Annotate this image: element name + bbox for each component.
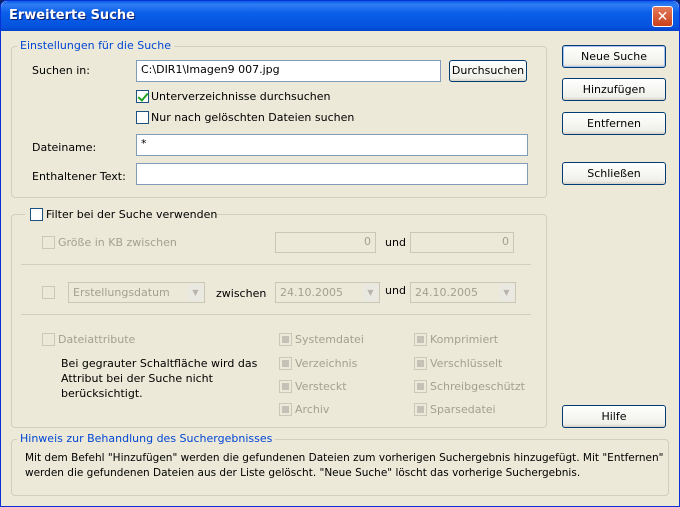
attributes-label: Dateiattribute <box>58 333 136 346</box>
attr-system-label: Systemdatei <box>295 333 364 346</box>
new-search-button[interactable]: Neue Suche <box>562 45 666 68</box>
size-from-input[interactable]: 0 <box>275 232 376 253</box>
chevron-down-icon: ▼ <box>499 284 514 301</box>
attr-directory-label: Verzeichnis <box>295 357 358 370</box>
attr-compressed-label: Komprimiert <box>430 333 499 346</box>
attr-encrypted-checkbox[interactable] <box>414 357 427 370</box>
search-in-input[interactable]: C:\DIR1\Imagen9 007.jpg <box>136 60 441 82</box>
subdirs-checkbox[interactable] <box>136 90 149 103</box>
chevron-down-icon: ▼ <box>188 284 203 301</box>
size-to-input[interactable]: 0 <box>410 232 514 253</box>
attr-compressed-checkbox[interactable] <box>414 333 427 346</box>
close-button[interactable]: Schließen <box>562 162 666 185</box>
date-type-select[interactable]: Erstellungsdatum ▼ <box>68 282 205 303</box>
attr-readonly-label: Schreibgeschützt <box>430 380 525 393</box>
content-input[interactable] <box>136 163 528 185</box>
date-checkbox[interactable] <box>42 286 55 299</box>
size-checkbox[interactable] <box>42 236 55 249</box>
deleted-files-checkbox[interactable] <box>136 111 149 124</box>
add-button[interactable]: Hinzufügen <box>562 78 666 101</box>
content-label: Enthaltener Text: <box>32 170 126 183</box>
attributes-hint-line-1: Bei gegrauter Schaltfläche wird das <box>61 357 258 370</box>
date-from-picker[interactable]: 24.10.2005 ▼ <box>275 282 380 303</box>
attr-hidden-checkbox[interactable] <box>279 380 292 393</box>
advanced-search-dialog: Erweiterte Suche ✕ Einstellungen für die… <box>0 0 680 507</box>
date-to-value: 24.10.2005 <box>415 286 478 299</box>
window-title: Erweiterte Suche <box>9 8 135 23</box>
attributes-checkbox[interactable] <box>42 333 55 346</box>
attr-encrypted-label: Verschlüsselt <box>430 357 503 370</box>
filename-input[interactable]: * <box>136 134 528 156</box>
attr-system-checkbox[interactable] <box>279 333 292 346</box>
dialog-body: Einstellungen für die Suche Suchen in: C… <box>5 31 675 502</box>
date-from-value: 24.10.2005 <box>280 286 343 299</box>
attr-hidden-label: Versteckt <box>295 380 347 393</box>
attr-sparse-label: Sparsedatei <box>430 403 496 416</box>
attr-readonly-checkbox[interactable] <box>414 380 427 393</box>
close-window-button[interactable]: ✕ <box>652 6 673 27</box>
attr-archive-checkbox[interactable] <box>279 403 292 416</box>
deleted-files-label: Nur nach gelöschten Dateien suchen <box>151 111 355 124</box>
hint-line-1: Mit dem Befehl "Hinzufügen" werden die g… <box>25 452 664 464</box>
hint-legend: Hinweis zur Behandlung des Suchergebniss… <box>17 432 276 445</box>
date-and-label: und <box>385 284 406 297</box>
remove-button[interactable]: Entfernen <box>562 112 666 135</box>
chevron-down-icon: ▼ <box>363 284 378 301</box>
filter-divider-2 <box>21 314 531 315</box>
attributes-hint-line-3: berücksichtigt. <box>61 387 143 400</box>
title-bar[interactable]: Erweiterte Suche ✕ <box>1 1 679 31</box>
help-button[interactable]: Hilfe <box>562 405 666 428</box>
filter-divider-1 <box>21 264 531 265</box>
hint-line-2: werden die gefundenen Dateien aus der Li… <box>25 467 581 479</box>
size-and-label: und <box>385 236 406 249</box>
search-in-label: Suchen in: <box>32 64 90 77</box>
date-between-label: zwischen <box>216 287 267 300</box>
attr-archive-label: Archiv <box>295 403 330 416</box>
attr-directory-checkbox[interactable] <box>279 357 292 370</box>
size-label: Größe in KB zwischen <box>58 236 177 249</box>
filter-checkbox[interactable] <box>30 208 43 221</box>
attributes-hint-line-2: Attribut bei der Suche nicht <box>61 372 213 385</box>
date-to-picker[interactable]: 24.10.2005 ▼ <box>410 282 516 303</box>
date-type-value: Erstellungsdatum <box>73 286 170 299</box>
filename-label: Dateiname: <box>32 141 97 154</box>
filter-label: Filter bei der Suche verwenden <box>46 208 218 221</box>
subdirs-label: Unterverzeichnisse durchsuchen <box>151 90 331 103</box>
settings-legend: Einstellungen für die Suche <box>17 39 174 52</box>
browse-button[interactable]: Durchsuchen <box>449 60 527 82</box>
attr-sparse-checkbox[interactable] <box>414 403 427 416</box>
